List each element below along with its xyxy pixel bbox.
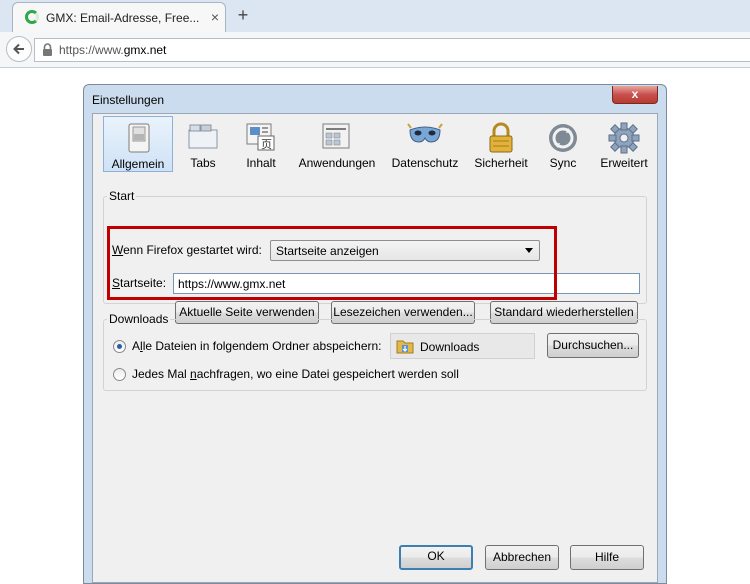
dialog-close-button[interactable]: x: [612, 86, 658, 104]
new-tab-button[interactable]: +: [234, 6, 252, 24]
dialog-body: Allgemein Tabs 页 Inhalt Anwendungen Date…: [92, 113, 658, 583]
back-arrow-icon: [13, 43, 24, 55]
browser-tab[interactable]: GMX: Email-Adresse, Free... ×: [12, 2, 226, 32]
highlight-annotation-box: [107, 226, 557, 300]
pane-sicherheit[interactable]: Sicherheit: [467, 116, 535, 172]
pane-label: Erweitert: [600, 156, 648, 170]
lock-icon: [489, 122, 513, 153]
cancel-button[interactable]: Abbrechen: [485, 545, 559, 570]
download-folder-field[interactable]: Downloads: [390, 333, 535, 359]
save-all-radio[interactable]: [113, 340, 126, 353]
sync-icon: [549, 124, 577, 152]
ok-button[interactable]: OK: [399, 545, 473, 570]
ask-each-time-label: Jedes Mal nachfragen, wo eine Datei gesp…: [132, 367, 459, 381]
folder-icon: [396, 340, 414, 354]
pane-anwendungen[interactable]: Anwendungen: [291, 116, 383, 172]
start-group-caption: Start: [107, 189, 137, 203]
dialog-title: Einstellungen: [92, 93, 165, 107]
settings-dialog: Einstellungen x Allgemein Tabs 页 Inhalt …: [83, 84, 667, 584]
tab-close-icon[interactable]: ×: [207, 9, 223, 25]
help-button[interactable]: Hilfe: [570, 545, 644, 570]
pane-label: Sync: [549, 156, 577, 170]
pane-label: Datenschutz: [391, 156, 459, 170]
pane-label: Inhalt: [246, 156, 276, 170]
ask-each-time-radio[interactable]: [113, 368, 126, 381]
back-button[interactable]: [6, 36, 32, 62]
pane-label: Tabs: [190, 156, 216, 170]
pane-sync[interactable]: Sync: [537, 116, 589, 172]
pane-label: Anwendungen: [298, 156, 376, 170]
pane-label: Sicherheit: [474, 156, 528, 170]
download-folder-label: Downloads: [420, 340, 480, 354]
tab-title: GMX: Email-Adresse, Free...: [46, 11, 200, 25]
general-switch-icon: [128, 123, 150, 153]
pane-inhalt[interactable]: 页 Inhalt: [233, 116, 289, 172]
gear-icon: [608, 122, 640, 154]
pane-allgemein[interactable]: Allgemein: [103, 116, 173, 172]
tabs-icon: [188, 124, 218, 149]
pane-tabs[interactable]: Tabs: [175, 116, 231, 172]
lock-icon: [43, 43, 52, 56]
privacy-mask-icon: [407, 123, 443, 143]
navigation-bar: https://www.gmx.net: [0, 32, 750, 68]
tab-strip: GMX: Email-Adresse, Free... × +: [0, 0, 750, 32]
save-all-label: Alle Dateien in folgendem Ordner abspeic…: [132, 339, 382, 353]
url-bar[interactable]: https://www.gmx.net: [34, 38, 750, 62]
pane-erweitert[interactable]: Erweitert: [591, 116, 657, 172]
url-text: https://www.gmx.net: [59, 43, 167, 57]
browse-button[interactable]: Durchsuchen...: [547, 333, 639, 358]
content-icon: 页: [246, 123, 275, 151]
pane-label: Allgemein: [111, 157, 165, 171]
close-icon: x: [631, 87, 639, 101]
gmx-favicon-icon: [25, 10, 39, 24]
downloads-group-caption: Downloads: [107, 312, 171, 326]
pane-datenschutz[interactable]: Datenschutz: [385, 116, 465, 172]
applications-icon: [322, 123, 350, 149]
svg-text:页: 页: [261, 138, 272, 151]
